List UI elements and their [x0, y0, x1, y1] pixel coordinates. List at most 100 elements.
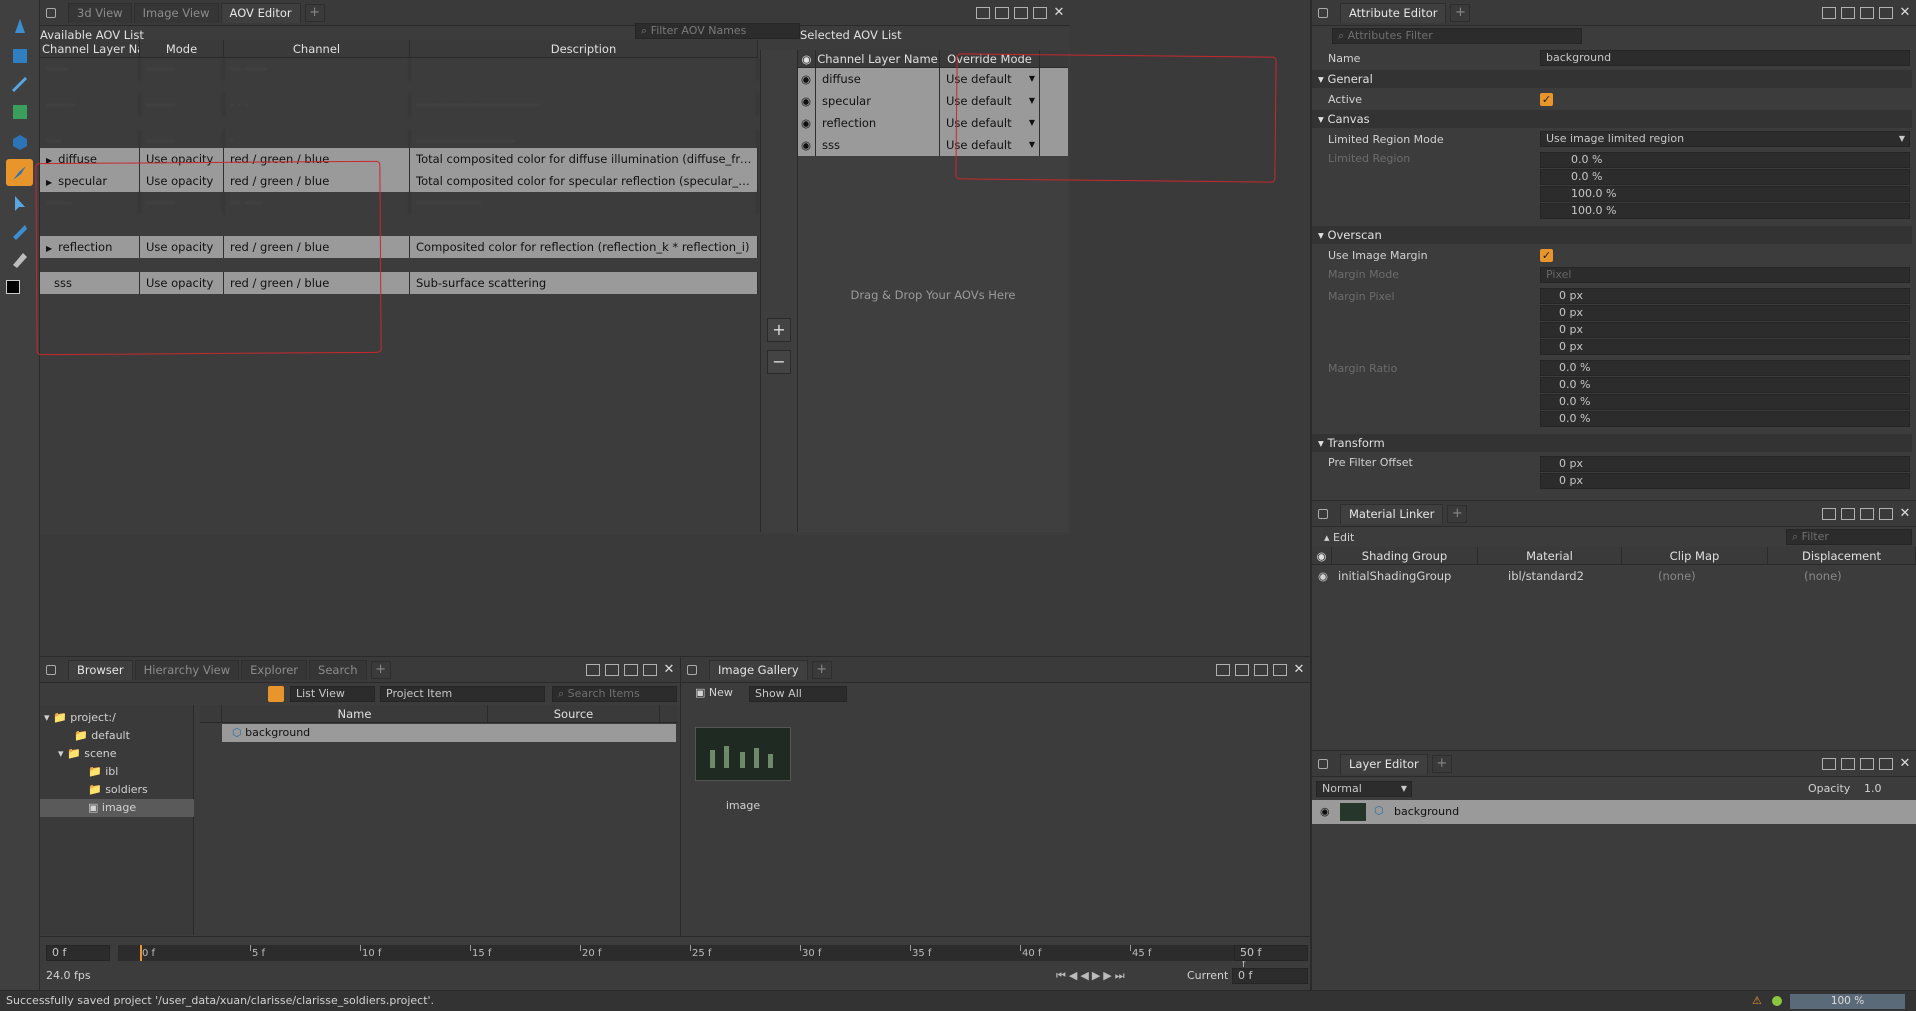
maximize-icon[interactable] [1033, 6, 1047, 19]
filter-toggle-icon[interactable] [268, 686, 284, 702]
playhead[interactable] [140, 945, 142, 961]
eye-icon[interactable]: ◉ [798, 90, 816, 112]
close-icon[interactable]: ✕ [1052, 6, 1066, 19]
tab-layer-editor[interactable]: Layer Editor [1340, 753, 1428, 774]
material-value[interactable]: ibl/standard2 [1478, 565, 1622, 587]
split-vertical-icon[interactable] [1860, 6, 1874, 19]
section-transform[interactable]: ▾ Transform [1312, 434, 1912, 452]
section-canvas[interactable]: ▾ Canvas [1312, 110, 1912, 128]
close-icon[interactable]: ✕ [662, 663, 676, 676]
limited-region-value[interactable]: 100.0 % [1540, 203, 1910, 219]
gallery-new-button[interactable]: ▣ New [695, 686, 733, 699]
brush-tool-icon[interactable] [6, 159, 33, 186]
pre-filter-value[interactable]: 0 px [1540, 473, 1910, 489]
lock-icon[interactable] [1318, 758, 1328, 769]
layout-icon[interactable] [586, 663, 600, 676]
eye-icon[interactable]: ◉ [798, 112, 816, 134]
opacity-value[interactable]: 1.0 [1864, 782, 1882, 795]
eye-icon[interactable]: ◉ [1320, 805, 1330, 818]
split-icon[interactable] [1841, 757, 1855, 770]
warning-icon[interactable]: ⚠ [1752, 994, 1762, 1007]
add-aov-button[interactable]: + [767, 318, 791, 342]
split-icon[interactable] [1235, 663, 1249, 676]
add-tab-button[interactable]: + [304, 3, 325, 22]
move-tool-icon[interactable] [6, 12, 33, 39]
remove-aov-button[interactable]: − [767, 350, 791, 374]
tab-search[interactable]: Search [309, 659, 367, 680]
blend-mode-select[interactable]: Normal ▼ [1316, 781, 1412, 797]
split-icon[interactable] [1841, 6, 1855, 19]
paint-tool-icon[interactable] [6, 70, 33, 97]
margin-pixel-value[interactable]: 0 px [1540, 322, 1910, 338]
maximize-icon[interactable] [1273, 663, 1287, 676]
add-tab-button[interactable]: + [811, 660, 832, 679]
aov-filter-input[interactable]: ⌕ Filter AOV Names [635, 23, 800, 39]
displacement-value[interactable]: (none) [1768, 565, 1916, 587]
foreground-color-swatch[interactable] [6, 280, 20, 294]
item-type-select[interactable]: Project Item [380, 686, 545, 702]
eye-icon[interactable]: ◉ [798, 68, 816, 90]
eye-icon[interactable]: ◉ [1312, 565, 1332, 587]
add-tab-button[interactable]: + [370, 660, 391, 679]
tab-browser[interactable]: Browser [68, 659, 133, 680]
margin-ratio-value[interactable]: 0.0 % [1540, 360, 1910, 376]
margin-mode-select[interactable]: Pixel [1540, 267, 1910, 283]
maximize-icon[interactable] [1879, 507, 1893, 520]
layout-icon[interactable] [1822, 507, 1836, 520]
timeline-end-field[interactable]: 50 f [1234, 945, 1308, 961]
timeline-ruler[interactable]: 0 f5 f10 f15 f20 f25 f30 f35 f40 f45 f50… [118, 945, 1258, 970]
limited-region-value[interactable]: 0.0 % [1540, 169, 1910, 185]
margin-ratio-value[interactable]: 0.0 % [1540, 377, 1910, 393]
tree-item-default[interactable]: 📁 default [74, 729, 130, 742]
layout-icon[interactable] [976, 6, 990, 19]
section-overscan[interactable]: ▾ Overscan [1312, 226, 1912, 244]
add-tab-button[interactable]: + [1431, 754, 1452, 773]
tab-image-gallery[interactable]: Image Gallery [709, 659, 808, 680]
close-icon[interactable]: ✕ [1898, 6, 1912, 19]
section-general[interactable]: ▾ General [1312, 70, 1912, 88]
col-shading-group[interactable]: Shading Group [1332, 547, 1478, 564]
tree-item-image[interactable]: ▣ image [40, 799, 194, 817]
tab-aov-editor[interactable]: AOV Editor [220, 2, 301, 23]
split-icon[interactable] [1841, 507, 1855, 520]
tab-material-linker[interactable]: Material Linker [1340, 503, 1444, 524]
active-checkbox[interactable]: ✓ [1540, 93, 1553, 106]
col-clip-map[interactable]: Clip Map [1622, 547, 1768, 564]
limited-region-mode-select[interactable]: Use image limited region ▼ [1540, 131, 1910, 147]
split-vertical-icon[interactable] [1254, 663, 1268, 676]
tab-image-view[interactable]: Image View [133, 2, 219, 23]
lock-icon[interactable] [1318, 7, 1328, 18]
current-frame-field[interactable]: 0 f [1232, 968, 1308, 984]
clip-map-value[interactable]: (none) [1622, 565, 1768, 587]
view-mode-select[interactable]: List View [290, 686, 375, 702]
tree-item-project[interactable]: ▾ 📁 project:/ [44, 711, 116, 724]
gallery-thumbnail[interactable] [695, 727, 791, 781]
col-mode[interactable]: Mode [140, 40, 224, 57]
edit-menu[interactable]: ▴ Edit [1324, 531, 1354, 544]
limited-region-value[interactable]: 100.0 % [1540, 186, 1910, 202]
close-icon[interactable]: ✕ [1898, 757, 1912, 770]
tree-item-ibl[interactable]: 📁 ibl [88, 765, 118, 778]
material-row[interactable]: ◉ initialShadingGroup ibl/standard2 (non… [1312, 565, 1916, 587]
timeline-start-field[interactable]: 0 f [46, 945, 110, 961]
lock-icon[interactable] [46, 7, 56, 18]
add-tab-button[interactable]: + [1447, 504, 1468, 523]
pen-tool-icon[interactable] [6, 218, 33, 245]
pre-filter-value[interactable]: 0 px [1540, 456, 1910, 472]
layout-icon[interactable] [1216, 663, 1230, 676]
browser-search-input[interactable]: ⌕ Search Items [552, 686, 677, 702]
col-description[interactable]: Description [410, 40, 758, 57]
lock-icon[interactable] [46, 664, 56, 675]
maximize-icon[interactable] [643, 663, 657, 676]
split-vertical-icon[interactable] [624, 663, 638, 676]
margin-ratio-value[interactable]: 0.0 % [1540, 394, 1910, 410]
col-source[interactable]: Source [488, 705, 660, 722]
image-tool-icon[interactable] [6, 98, 33, 125]
tab-explorer[interactable]: Explorer [241, 659, 308, 680]
split-vertical-icon[interactable] [1014, 6, 1028, 19]
lock-icon[interactable] [1318, 508, 1328, 519]
lock-icon[interactable] [687, 664, 697, 675]
tab-hierarchy-view[interactable]: Hierarchy View [134, 659, 240, 680]
col-channel-layer-name[interactable]: Channel Layer Name [40, 40, 140, 57]
add-tab-button[interactable]: + [1450, 3, 1471, 22]
